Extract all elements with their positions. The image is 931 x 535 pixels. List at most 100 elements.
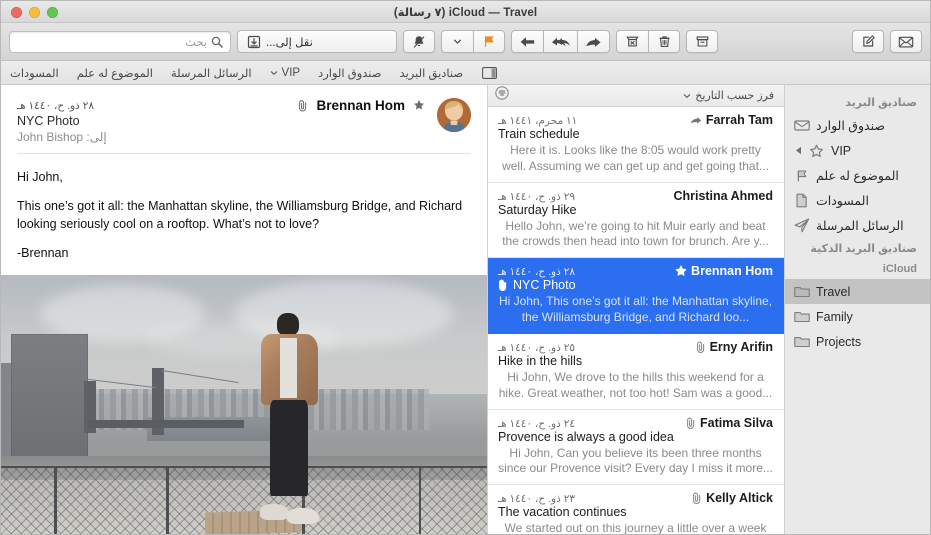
sidebar-item-label: الموضوع له علم [816,169,899,183]
subject-text: Hike in the hills [498,353,583,368]
sidebar-toggle-button[interactable] [472,66,503,79]
sidebar: صناديق البريد صندوق الوارد VIP الموضوع ل… [784,85,930,534]
folder-icon [793,284,810,299]
archive-button[interactable] [686,30,718,53]
star-icon [808,143,825,158]
message-row-brennan-hom[interactable]: Brennan Hom ٢٨ ذو. ح، ١٤٤٠ هـ NYC Photo [488,258,784,334]
fav-label: الموضوع له علم [76,67,153,80]
message-row-top: Farrah Tam ١١ محرم، ١٤٤١ هـ [498,113,773,127]
sort-label-text: فرز حسب التاريخ [695,90,774,102]
message-row-kelly-altick-vacation-continues[interactable]: Kelly Altick ٢٣ ذو. ح، ١٤٤٠ هـ The vacat… [488,485,784,534]
paper-plane-icon [793,218,810,233]
flag-icon [484,36,494,47]
sender-name: Erny Arifin [709,339,773,354]
message-preview: Hi John, Can you believe its been three … [498,445,773,476]
message-preview: Hi John, This one’s got it all: the Manh… [498,294,773,325]
minimize-button[interactable] [29,6,40,18]
title-bar: iCloud — Travel (٧ رسالة) [1,1,930,23]
to-recipient-name[interactable]: John Bishop [17,130,83,144]
sidebar-item-label: الرسائل المرسلة [816,219,904,233]
message-row-christina-ahmed[interactable]: Christina Ahmed ٢٩ ذو. ح، ١٤٤٠ هـ Saturd… [488,183,784,259]
message-subject: The vacation continues [498,505,773,519]
sort-by-date-button[interactable]: فرز حسب التاريخ [683,89,774,102]
sidebar-item-label: صندوق الوارد [816,119,885,133]
fav-item-drafts[interactable]: المسودات [1,66,68,80]
sidebar-item-sent[interactable]: الرسائل المرسلة [785,213,930,238]
sidebar-item-inbox[interactable]: صندوق الوارد [785,113,930,138]
delete-button[interactable] [648,30,680,53]
message-preview: Hi John, We drove to the hills this week… [498,369,773,400]
compose-button[interactable] [852,30,884,53]
drafts-page-icon [793,193,810,208]
body-greeting: Hi John, [17,170,63,184]
move-to-label: نقل إلى... [266,36,313,49]
sidebar-item-flagged[interactable]: الموضوع له علم [785,163,930,188]
message-subject: Hike in the hills [498,354,773,368]
flag-menu-button[interactable] [441,30,473,53]
fav-item-inbox[interactable]: صندوق الوارد [309,66,390,80]
sidebar-item-drafts[interactable]: المسودات [785,188,930,213]
envelope-icon [898,36,914,47]
message-detail-row-sender: Brennan Hom ٢٨ ذو. ح، ١٤٤٠ هـ [17,98,425,113]
disclosure-triangle-icon[interactable] [793,146,802,155]
photo-fence-post [54,466,57,534]
attachment-icon[interactable] [298,99,308,112]
fav-item-vip[interactable]: VIP [261,67,310,79]
favorites-bar: صناديق البريد صندوق الوارد VIP الرسائل ا… [1,61,930,85]
message-list: فرز حسب التاريخ Farrah Tam ١١ محرم، ١٤٤١… [487,85,784,534]
junk-button[interactable] [616,30,648,53]
subject-text: NYC Photo [513,278,576,293]
message-sender: Kelly Altick [692,491,773,505]
sidebar-item-projects[interactable]: Projects [785,329,930,354]
photo-fence-post [418,466,422,534]
archive-box-icon [696,36,708,47]
filter-circle-icon[interactable] [495,86,509,105]
sidebar-item-label: Travel [816,284,851,299]
window-title: iCloud — Travel (٧ رسالة) [393,6,538,19]
flag-button[interactable] [473,30,505,53]
junk-delete-group [616,30,680,53]
sender-name: Fatima Silva [700,415,773,430]
sidebar-item-travel[interactable]: Travel [785,279,930,304]
sidebar-item-vip[interactable]: VIP [785,138,930,163]
subject-text: The vacation continues [498,505,627,520]
fav-item-flagged[interactable]: الموضوع له علم [68,66,162,80]
detail-date: ٢٨ ذو. ح، ١٤٤٠ هـ [17,99,94,112]
message-sender: Brennan Hom [675,264,773,278]
photo-person [254,313,327,524]
search-input[interactable]: بحث [9,30,231,53]
message-row-erny-arifin[interactable]: Erny Arifin ٢٥ ذو. ح، ١٤٤٠ هـ Hike in th… [488,334,784,410]
sender-name: Farrah Tam [705,113,773,127]
photo-person-head [277,313,299,336]
get-mail-button[interactable] [890,30,922,53]
zoom-button[interactable] [47,6,58,18]
fav-item-sent[interactable]: الرسائل المرسلة [162,66,261,80]
chevron-down-icon [270,70,277,75]
reply-all-button[interactable] [543,30,577,53]
message-subject: Saturday Hike [498,203,773,217]
close-button[interactable] [11,6,22,18]
sidebar-item-family[interactable]: Family [785,304,930,329]
reply-button[interactable] [511,30,543,53]
message-row-fatima-silva[interactable]: Fatima Silva ٢٤ ذو. ح، ١٤٤٠ هـ Provence … [488,410,784,486]
forward-button[interactable] [577,30,610,53]
attachment-photo[interactable] [1,274,487,534]
message-preview: Hello John, we’re going to hit Muir earl… [502,218,769,249]
message-date: ٢٨ ذو. ح، ١٤٤٠ هـ [498,266,575,279]
traffic-lights [11,1,58,23]
move-to-button[interactable]: نقل إلى... [237,30,397,53]
photo-fence-post [166,466,169,534]
mute-button[interactable] [403,30,435,53]
message-date: ٢٤ ذو. ح، ١٤٤٠ هـ [498,417,575,430]
fav-label: المسودات [10,67,59,80]
message-row-top: Erny Arifin ٢٥ ذو. ح، ١٤٤٠ هـ [498,340,773,354]
move-to-icon [247,35,261,48]
sort-bar: فرز حسب التاريخ [488,85,784,107]
fav-item-mailboxes[interactable]: صناديق البريد [391,66,473,80]
star-icon[interactable] [413,99,425,113]
chevron-down-icon [454,39,461,44]
message-row-farrah-tam[interactable]: Farrah Tam ١١ محرم، ١٤٤١ هـ Train schedu… [488,107,784,183]
sidebar-section-icloud-header: iCloud [882,263,917,275]
photo-fence-rail [1,465,487,468]
fav-label: VIP [281,66,301,79]
